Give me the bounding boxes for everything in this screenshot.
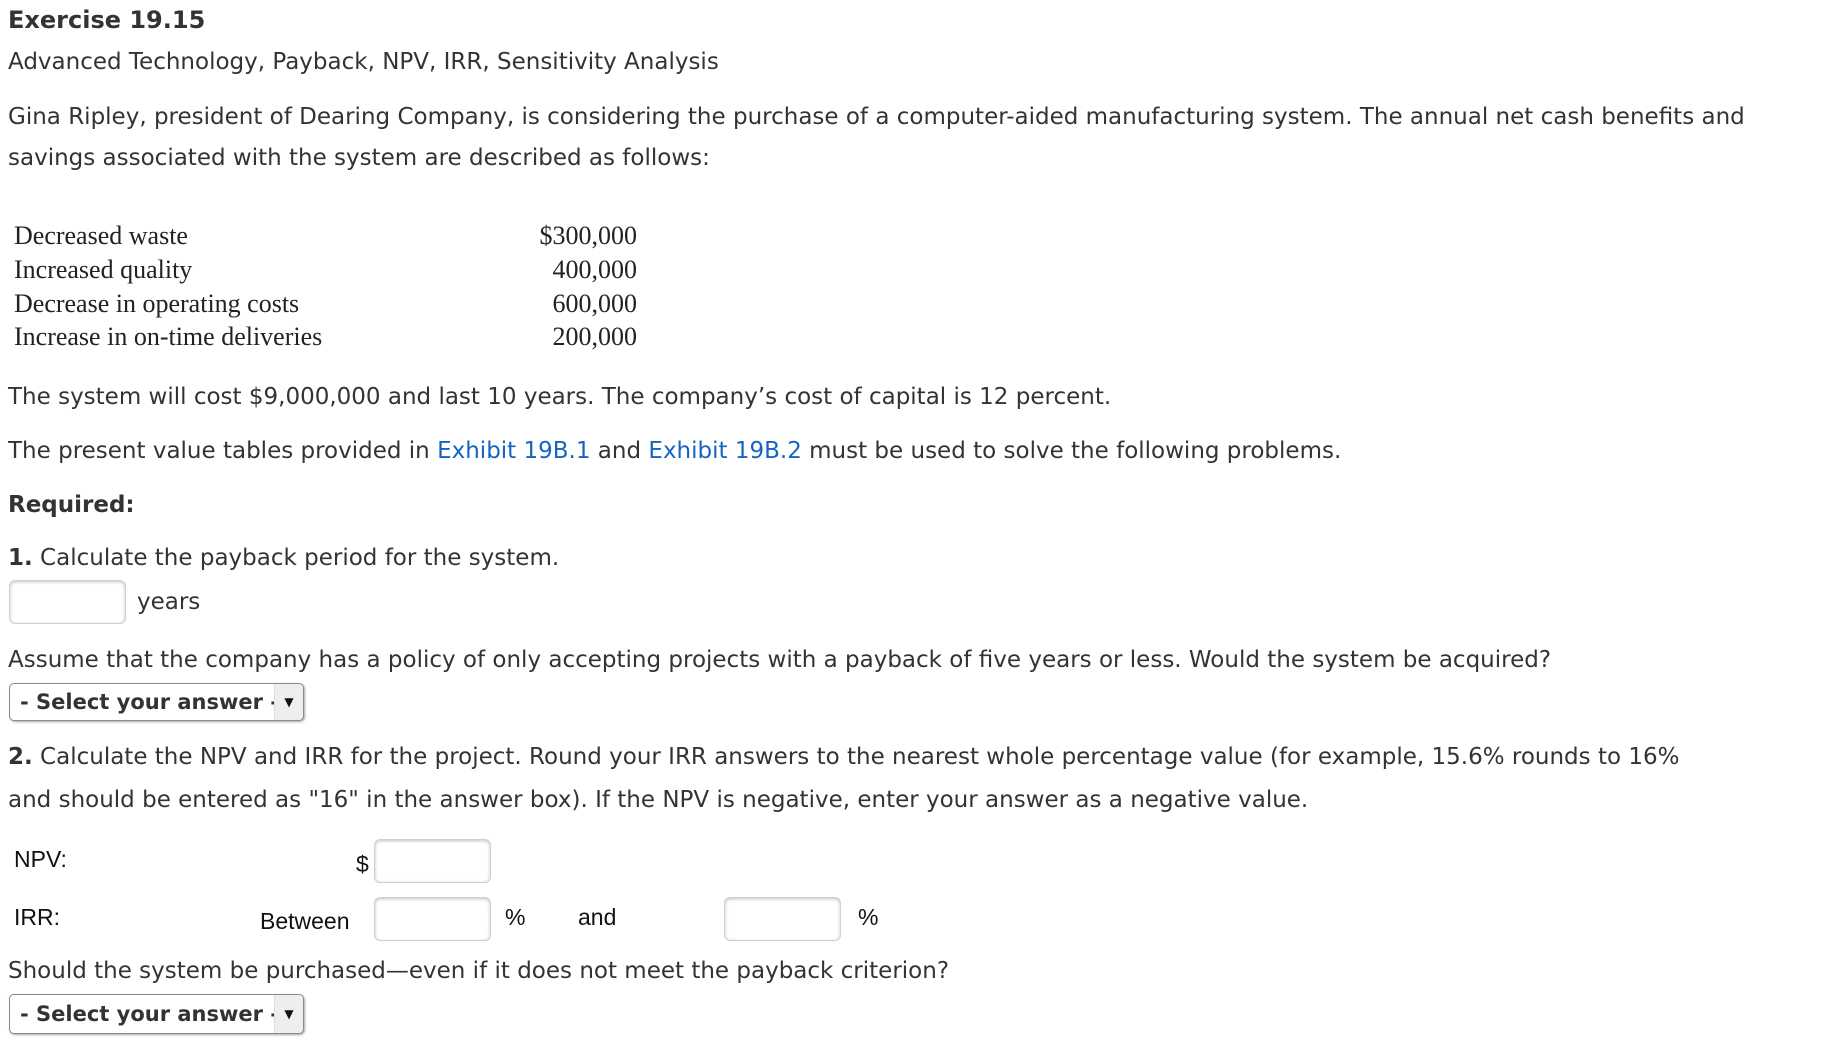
table-row-value: 200,000 <box>552 322 638 351</box>
table-row-value: 400,000 <box>552 255 638 284</box>
payback-years-input[interactable] <box>9 580 126 624</box>
exercise-subtitle: Advanced Technology, Payback, NPV, IRR, … <box>8 49 719 75</box>
chevron-down-icon[interactable]: ▼ <box>274 684 303 720</box>
exhibit-19b1-link[interactable]: Exhibit 19B.1 <box>437 438 590 464</box>
exhibit-text-middle: and <box>590 438 649 464</box>
chevron-down-icon[interactable]: ▼ <box>274 995 303 1033</box>
npv-currency-symbol: $ <box>356 851 369 877</box>
question-2-line-2: and should be entered as "16" in the ans… <box>8 787 1309 813</box>
exhibit-text-after: must be used to solve the following prob… <box>801 438 1342 464</box>
select-value: - Select your answer - <box>20 1002 280 1026</box>
irr-between-label: Between <box>260 908 350 934</box>
required-heading: Required: <box>8 492 135 518</box>
question-2-line-1: 2. Calculate the NPV and IRR for the pro… <box>8 743 1679 771</box>
intro-line-1: Gina Ripley, president of Dearing Compan… <box>8 104 1745 130</box>
question-1: 1. Calculate the payback period for the … <box>8 544 559 572</box>
irr-high-input[interactable] <box>724 897 841 941</box>
irr-label: IRR: <box>14 904 60 930</box>
irr-percent-symbol-1: % <box>505 904 526 930</box>
irr-and-label: and <box>578 904 617 930</box>
intro-line-2: savings associated with the system are d… <box>8 145 710 171</box>
years-unit-label: years <box>137 589 201 615</box>
question-1-text: Calculate the payback period for the sys… <box>32 545 560 571</box>
cost-text: The system will cost $9,000,000 and last… <box>8 384 1112 410</box>
question-2-number: 2. <box>8 744 33 770</box>
question-2-text: Calculate the NPV and IRR for the projec… <box>32 744 1680 770</box>
npv-label: NPV: <box>14 846 67 872</box>
payback-acquire-select[interactable]: - Select your answer - ▼ <box>9 683 304 721</box>
purchase-question: Should the system be purchased—even if i… <box>8 958 950 984</box>
exhibit-19b2-link[interactable]: Exhibit 19B.2 <box>648 438 801 464</box>
exhibit-text: The present value tables provided in Exh… <box>8 437 1341 465</box>
table-row-value: $300,000 <box>539 221 638 250</box>
table-row-label: Increase in on-time deliveries <box>14 322 323 351</box>
question-1-number: 1. <box>8 545 33 571</box>
purchase-decision-select[interactable]: - Select your answer - ▼ <box>9 994 304 1034</box>
irr-low-input[interactable] <box>374 897 491 941</box>
table-row-value: 600,000 <box>552 289 638 318</box>
table-row-label: Decreased waste <box>14 221 188 250</box>
exercise-title: Exercise 19.15 <box>8 6 206 34</box>
exhibit-text-before: The present value tables provided in <box>8 438 438 464</box>
irr-percent-symbol-2: % <box>858 904 879 930</box>
npv-input[interactable] <box>374 839 491 883</box>
select-value: - Select your answer - <box>20 690 280 714</box>
payback-policy-question: Assume that the company has a policy of … <box>8 647 1552 673</box>
table-row-label: Decrease in operating costs <box>14 289 300 318</box>
table-row-label: Increased quality <box>14 255 193 284</box>
